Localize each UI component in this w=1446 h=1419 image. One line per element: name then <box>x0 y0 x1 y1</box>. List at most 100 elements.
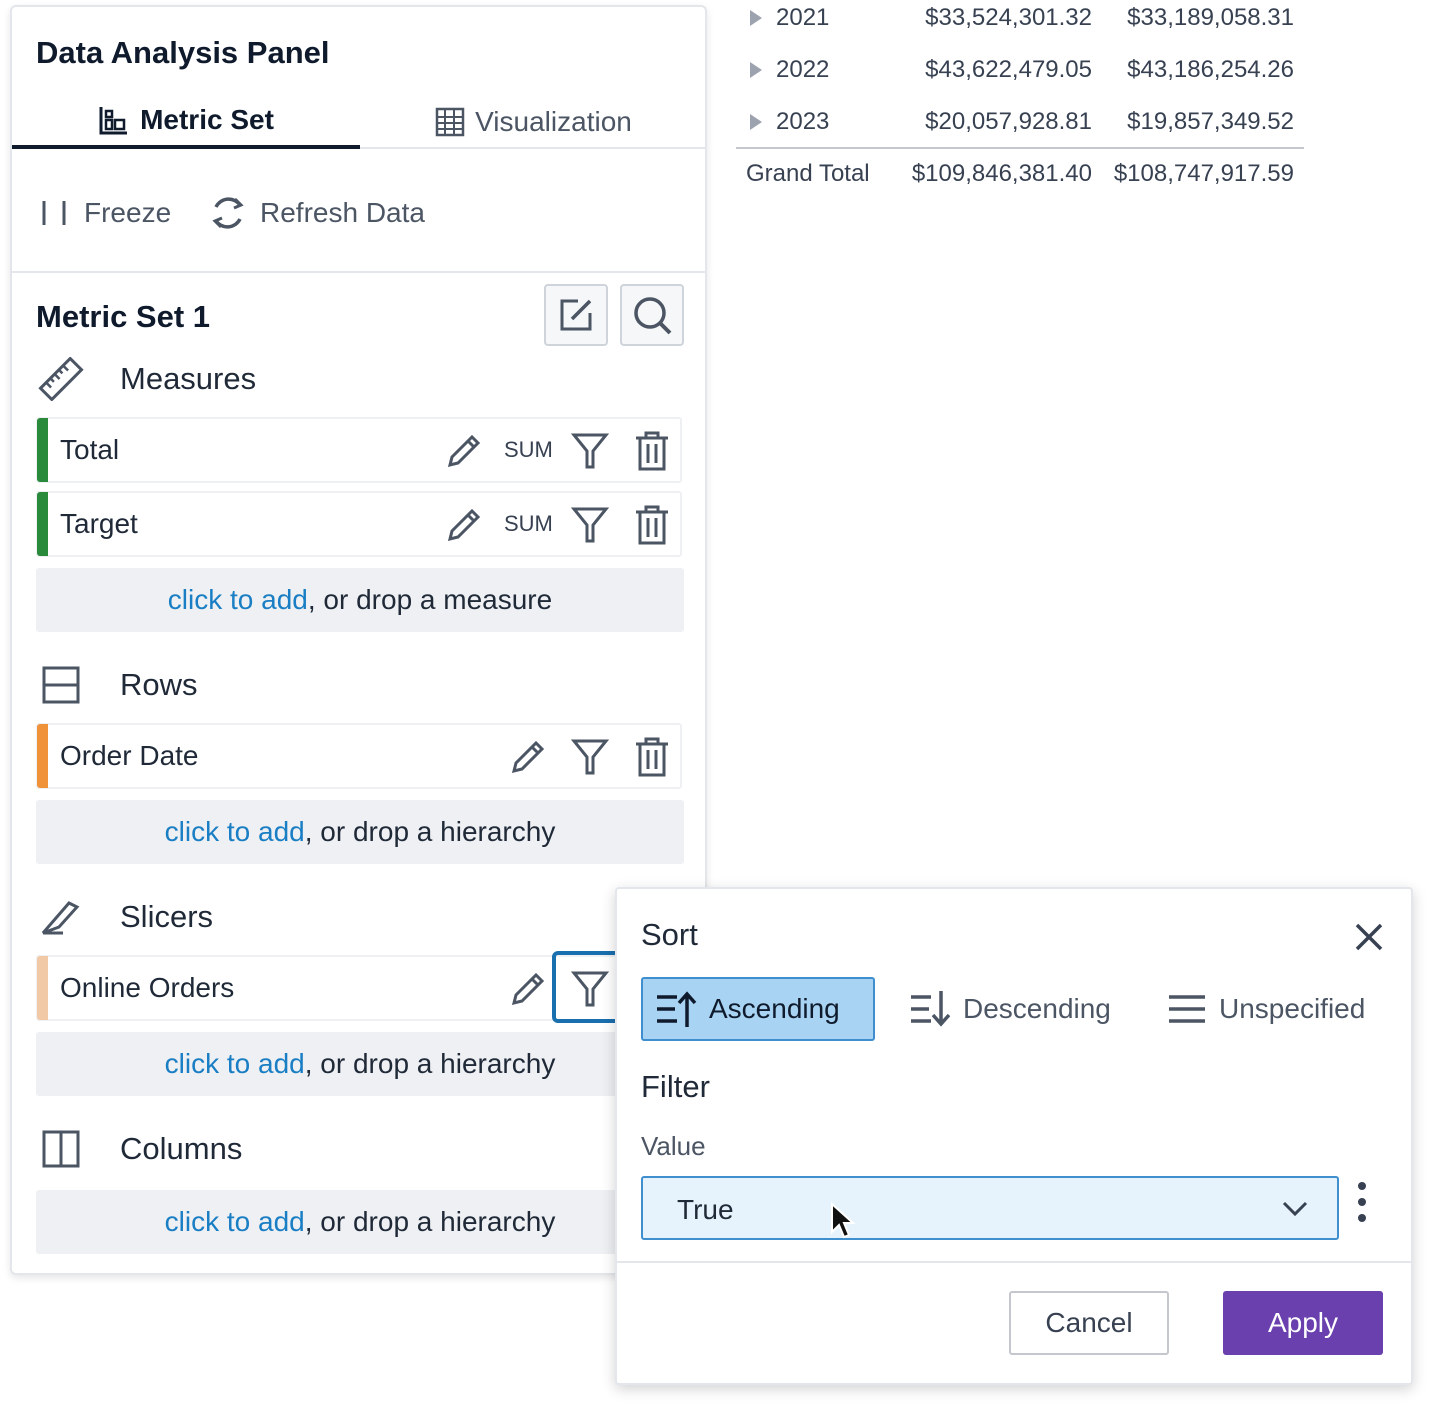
panel-title: Data Analysis Panel <box>36 35 330 70</box>
rows-title: Rows <box>120 667 198 702</box>
aggregate-target[interactable]: SUM <box>504 511 553 537</box>
refresh-data-label: Refresh Data <box>260 197 425 228</box>
filter-value-select[interactable]: True <box>641 1176 1339 1240</box>
drop-column-text: , or drop a hierarchy <box>304 1206 556 1237</box>
freeze-icon <box>42 201 66 225</box>
active-filter-highlight <box>552 951 624 1023</box>
row-target: $19,857,349.52 <box>1127 108 1294 135</box>
aggregate-total[interactable]: SUM <box>504 437 553 463</box>
filter-order-date-button[interactable] <box>568 735 612 779</box>
sort-descending-label: Descending <box>963 993 1111 1024</box>
measures-section-header: Measures <box>38 357 256 401</box>
tab-visualization[interactable]: Visualization <box>360 95 707 149</box>
filter-icon <box>570 433 610 469</box>
drop-measure-text: , or drop a measure <box>307 584 553 615</box>
delete-total-button[interactable] <box>630 429 674 473</box>
filter-target-button[interactable] <box>568 503 612 547</box>
measure-color-bar <box>37 418 48 482</box>
grand-total-label: Grand Total <box>746 160 870 187</box>
grand-total-row: Grand Total $109,846,381.40 $108,747,917… <box>736 156 1304 208</box>
add-measure-link[interactable]: click to add <box>168 584 308 616</box>
measure-row-total[interactable]: Total SUM <box>36 417 682 483</box>
drop-row-text: , or drop a hierarchy <box>304 816 556 847</box>
row-target: $43,186,254.26 <box>1127 56 1294 83</box>
metric-set-title: Metric Set 1 <box>36 299 211 334</box>
edit-metric-set-button[interactable] <box>544 284 608 346</box>
expand-row-icon[interactable] <box>750 114 762 130</box>
rows-drop-zone[interactable]: click to add, or drop a hierarchy <box>36 800 684 864</box>
search-icon <box>634 297 672 335</box>
grand-total-total: $109,846,381.40 <box>911 160 1092 187</box>
sort-descending-button[interactable]: Descending <box>909 977 1111 1041</box>
refresh-icon <box>212 197 244 229</box>
ruler-icon <box>38 357 84 401</box>
sort-filter-popup: Sort Ascending Descending Unspecified Fi… <box>615 887 1413 1385</box>
columns-drop-zone[interactable]: click to add, or drop a hierarchy <box>36 1190 684 1254</box>
metric-set-icon <box>99 107 128 135</box>
delete-target-button[interactable] <box>630 503 674 547</box>
mouse-cursor-icon <box>831 1202 856 1239</box>
slicer-color-bar <box>37 956 48 1020</box>
rows-color-bar <box>37 724 48 788</box>
sort-unspecified-icon <box>1169 995 1205 1023</box>
value-label: Value <box>641 1131 706 1161</box>
panel-tabs: Metric Set Visualization <box>12 95 707 149</box>
expand-row-icon[interactable] <box>750 62 762 78</box>
add-row-link[interactable]: click to add <box>165 816 305 848</box>
filter-total-button[interactable] <box>568 429 612 473</box>
pencil-icon <box>447 434 481 468</box>
more-options-icon[interactable] <box>1347 1179 1377 1225</box>
delete-order-date-button[interactable] <box>630 735 674 779</box>
freeze-label: Freeze <box>84 197 172 228</box>
row-label: 2023 <box>776 108 830 135</box>
row-total: $33,524,301.32 <box>925 4 1092 31</box>
grand-total-target: $108,747,917.59 <box>1113 160 1294 187</box>
pencil-icon <box>511 972 545 1006</box>
measure-label: Total <box>60 434 120 465</box>
sort-descending-icon <box>911 991 951 1027</box>
refresh-data-button[interactable]: Refresh Data <box>208 191 425 235</box>
freeze-button[interactable]: Freeze <box>38 191 171 235</box>
sort-unspecified-button[interactable]: Unspecified <box>1167 977 1365 1041</box>
slicers-title: Slicers <box>120 899 214 934</box>
measures-title: Measures <box>120 361 257 396</box>
search-metric-set-button[interactable] <box>620 284 684 346</box>
tab-metric-set-label: Metric Set <box>140 104 274 135</box>
measure-label: Target <box>60 508 138 539</box>
cancel-button[interactable]: Cancel <box>1009 1291 1169 1355</box>
measure-row-target[interactable]: Target SUM <box>36 491 682 557</box>
rows-item-label: Order Date <box>60 740 199 771</box>
expand-row-icon[interactable] <box>750 10 762 26</box>
measure-color-bar <box>37 492 48 556</box>
filter-icon <box>570 739 610 775</box>
sort-heading: Sort <box>641 917 698 952</box>
edit-order-date-button[interactable] <box>506 735 550 779</box>
columns-icon <box>42 1130 80 1168</box>
chevron-down-icon <box>1282 1201 1308 1217</box>
apply-button[interactable]: Apply <box>1223 1291 1383 1355</box>
edit-online-orders-button[interactable] <box>506 967 550 1011</box>
add-slicer-link[interactable]: click to add <box>165 1048 305 1080</box>
sort-ascending-button[interactable]: Ascending <box>641 977 875 1041</box>
rows-icon <box>42 666 80 704</box>
measures-drop-zone[interactable]: click to add, or drop a measure <box>36 568 684 632</box>
edit-target-button[interactable] <box>442 503 486 547</box>
table-row: 2021 $33,524,301.32 $33,189,058.31 <box>736 0 1304 52</box>
sort-ascending-label: Ascending <box>709 993 840 1024</box>
close-icon[interactable] <box>1351 919 1387 955</box>
add-column-link[interactable]: click to add <box>165 1206 305 1238</box>
trash-icon <box>636 431 668 471</box>
filter-value-selected: True <box>677 1194 734 1225</box>
columns-section-header: Columns <box>38 1127 242 1171</box>
slicer-item-label: Online Orders <box>60 972 235 1003</box>
edit-square-icon <box>560 299 592 331</box>
rows-item-order-date[interactable]: Order Date <box>36 723 682 789</box>
grid-table-icon <box>435 107 465 137</box>
trash-icon <box>636 737 668 777</box>
filter-heading: Filter <box>641 1069 710 1104</box>
row-label: 2022 <box>776 56 830 83</box>
slicers-drop-zone[interactable]: click to add, or drop a hierarchy <box>36 1032 684 1096</box>
edit-total-button[interactable] <box>442 429 486 473</box>
slicers-section-header: Slicers <box>38 895 213 939</box>
tab-metric-set[interactable]: Metric Set <box>12 95 360 149</box>
